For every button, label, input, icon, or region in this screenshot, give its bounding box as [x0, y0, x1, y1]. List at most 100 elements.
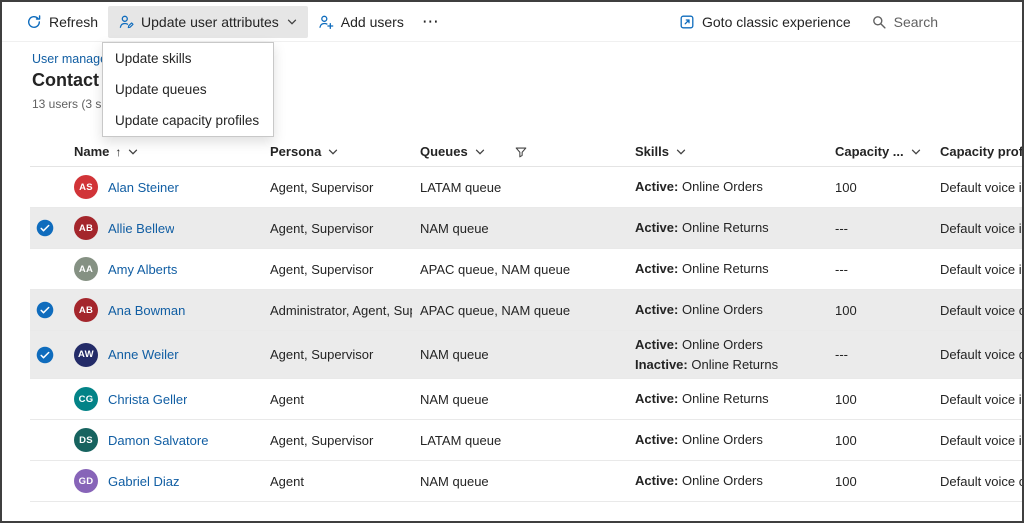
- table-row[interactable]: AW Anne Weiler Agent, Supervisor NAM que…: [30, 331, 1022, 379]
- table-row[interactable]: AS Alan Steiner Agent, Supervisor LATAM …: [30, 167, 1022, 208]
- table-header: Name ↑ Persona Queues Skills Capacity ..…: [30, 137, 1022, 167]
- column-header-persona[interactable]: Persona: [262, 144, 412, 159]
- user-name-link[interactable]: Damon Salvatore: [108, 433, 208, 448]
- avatar: CG: [74, 387, 98, 411]
- more-icon: ⋯: [421, 11, 440, 31]
- column-label-capacity: Capacity ...: [835, 144, 904, 159]
- users-table: Name ↑ Persona Queues Skills Capacity ..…: [30, 137, 1022, 502]
- column-header-name[interactable]: Name ↑: [66, 144, 262, 159]
- table-row[interactable]: GD Gabriel Diaz Agent NAM queue Active: …: [30, 461, 1022, 502]
- refresh-icon: [26, 14, 42, 30]
- column-header-skills[interactable]: Skills: [627, 144, 827, 159]
- table-body: AS Alan Steiner Agent, Supervisor LATAM …: [30, 167, 1022, 502]
- chevron-down-icon: [286, 16, 298, 28]
- row-select-cell[interactable]: [30, 431, 66, 449]
- update-user-attributes-label: Update user attributes: [141, 13, 279, 30]
- name-cell: DS Damon Salvatore: [66, 424, 262, 456]
- row-select-cell[interactable]: [30, 301, 66, 319]
- check-circle-icon[interactable]: [36, 301, 54, 319]
- filter-icon[interactable]: [514, 145, 528, 159]
- avatar: AB: [74, 298, 98, 322]
- refresh-label: Refresh: [49, 13, 99, 30]
- persona-cell: Agent: [270, 391, 304, 407]
- queues-cell: APAC queue, NAM queue: [420, 302, 571, 318]
- table-row[interactable]: DS Damon Salvatore Agent, Supervisor LAT…: [30, 420, 1022, 461]
- persona-cell: Administrator, Agent, Sup: [270, 302, 412, 318]
- column-label-persona: Persona: [270, 144, 322, 159]
- row-select-cell[interactable]: [30, 219, 66, 237]
- user-name-link[interactable]: Gabriel Diaz: [108, 474, 180, 489]
- person-edit-icon: [118, 14, 134, 30]
- capacity-profile-cell: Default voice i: [940, 432, 1022, 448]
- column-header-queues[interactable]: Queues: [412, 144, 627, 159]
- user-name-link[interactable]: Allie Bellew: [108, 221, 174, 236]
- skills-cell: Active: Online Orders Inactive: Online Re…: [635, 337, 779, 372]
- queues-cell: LATAM queue: [420, 432, 502, 448]
- capacity-profile-cell: Default voice i: [940, 179, 1022, 195]
- table-row[interactable]: AB Allie Bellew Agent, Supervisor NAM qu…: [30, 208, 1022, 249]
- user-name-link[interactable]: Amy Alberts: [108, 262, 177, 277]
- row-select-cell[interactable]: [30, 472, 66, 490]
- check-circle-icon[interactable]: [36, 219, 54, 237]
- column-header-capacity-profile[interactable]: Capacity profi: [932, 144, 1022, 159]
- breadcrumb-link[interactable]: User manage: [32, 52, 107, 66]
- avatar: AS: [74, 175, 98, 199]
- avatar: AW: [74, 342, 98, 367]
- menu-item-update-capacity-profiles[interactable]: Update capacity profiles: [103, 105, 273, 136]
- queues-cell: NAM queue: [420, 347, 489, 362]
- capacity-cell: ---: [835, 220, 848, 236]
- check-circle-icon[interactable]: [36, 346, 54, 364]
- table-row[interactable]: AB Ana Bowman Administrator, Agent, Sup …: [30, 290, 1022, 331]
- command-bar: Refresh Update user attributes Add users…: [2, 2, 1022, 42]
- queues-cell: NAM queue: [420, 220, 489, 236]
- column-label-name: Name: [74, 144, 110, 159]
- goto-classic-button[interactable]: Goto classic experience: [669, 6, 861, 38]
- more-commands-button[interactable]: ⋯: [414, 6, 448, 38]
- menu-item-update-skills[interactable]: Update skills: [103, 43, 273, 74]
- queues-cell: APAC queue, NAM queue: [420, 261, 571, 277]
- table-row[interactable]: AA Amy Alberts Agent, Supervisor APAC qu…: [30, 249, 1022, 290]
- avatar: AA: [74, 257, 98, 281]
- capacity-profile-cell: Default voice i: [940, 261, 1022, 277]
- queues-cell: LATAM queue: [420, 179, 502, 195]
- avatar: DS: [74, 428, 98, 452]
- table-row[interactable]: CG Christa Geller Agent NAM queue Active…: [30, 379, 1022, 420]
- search-icon: [871, 14, 887, 30]
- skills-cell: Active: Online Orders: [635, 302, 763, 318]
- add-users-label: Add users: [340, 13, 404, 30]
- search-button[interactable]: Search: [861, 6, 948, 38]
- column-label-skills: Skills: [635, 144, 669, 159]
- user-name-link[interactable]: Christa Geller: [108, 392, 187, 407]
- skills-cell: Active: Online Returns: [635, 220, 769, 236]
- user-name-link[interactable]: Alan Steiner: [108, 180, 179, 195]
- user-name-link[interactable]: Anne Weiler: [108, 347, 179, 362]
- persona-cell: Agent, Supervisor: [270, 220, 374, 236]
- app-window: Refresh Update user attributes Add users…: [0, 0, 1024, 523]
- chevron-down-icon: [474, 146, 486, 158]
- open-classic-icon: [679, 14, 695, 30]
- add-users-button[interactable]: Add users: [308, 6, 414, 38]
- skills-cell: Active: Online Orders: [635, 179, 763, 195]
- row-select-cell[interactable]: [30, 260, 66, 278]
- refresh-button[interactable]: Refresh: [16, 6, 108, 38]
- row-select-cell[interactable]: [30, 346, 66, 364]
- user-name-link[interactable]: Ana Bowman: [108, 303, 185, 318]
- chevron-down-icon: [127, 146, 139, 158]
- row-select-cell[interactable]: [30, 390, 66, 408]
- queues-cell: NAM queue: [420, 391, 489, 407]
- capacity-cell: ---: [835, 347, 848, 362]
- capacity-cell: 100: [835, 302, 857, 318]
- capacity-profile-cell: Default voice i: [940, 220, 1022, 236]
- column-label-capacity-profile: Capacity profi: [940, 144, 1022, 159]
- skills-cell: Active: Online Orders: [635, 432, 763, 448]
- queues-cell: NAM queue: [420, 473, 489, 489]
- column-header-capacity[interactable]: Capacity ...: [827, 144, 932, 159]
- goto-classic-label: Goto classic experience: [702, 13, 851, 30]
- menu-item-update-queues[interactable]: Update queues: [103, 74, 273, 105]
- row-select-cell[interactable]: [30, 178, 66, 196]
- name-cell: AA Amy Alberts: [66, 253, 262, 285]
- name-cell: GD Gabriel Diaz: [66, 465, 262, 497]
- capacity-cell: 100: [835, 432, 857, 448]
- update-attributes-menu: Update skills Update queues Update capacit…: [102, 42, 275, 137]
- update-user-attributes-button[interactable]: Update user attributes: [108, 5, 308, 38]
